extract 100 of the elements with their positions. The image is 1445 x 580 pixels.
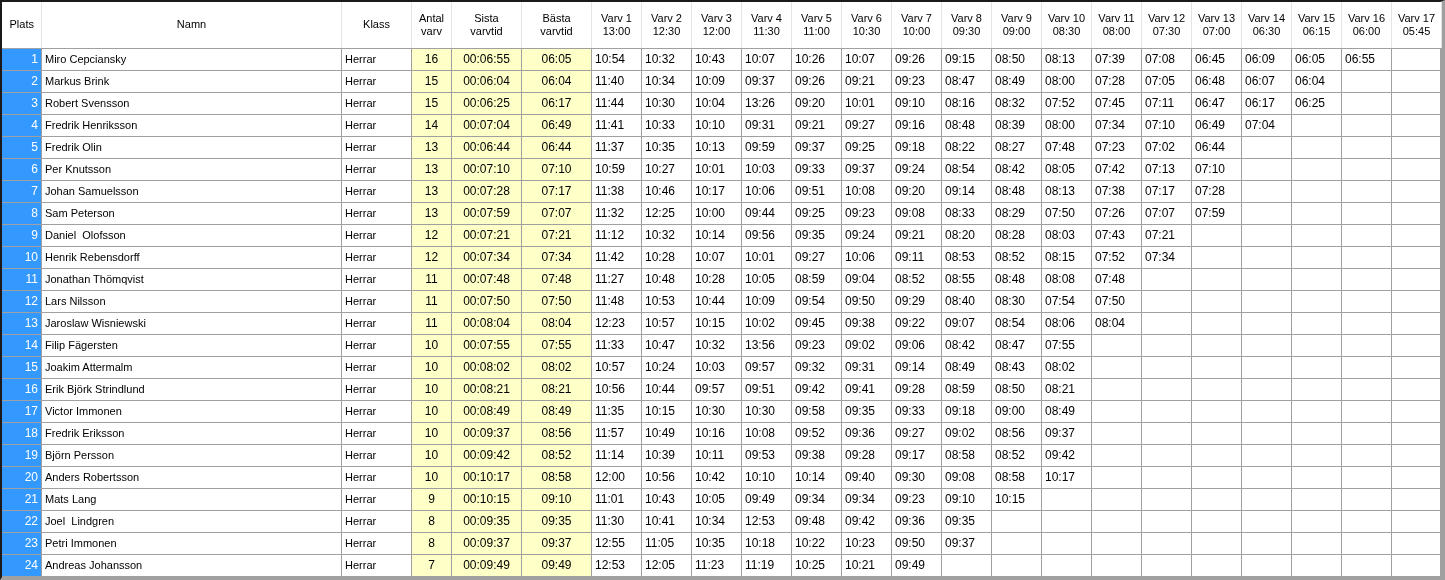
row-header[interactable]: 16 [2,378,42,400]
table-cell: 08:49 [1041,400,1092,422]
row-header[interactable]: 13 [2,312,42,334]
table-cell: 07:17 [1141,180,1192,202]
column-header[interactable]: Varv 3 12:00 [691,2,742,48]
column-header[interactable]: Sista varvtid [451,2,522,48]
table-cell: 09:24 [841,224,892,246]
column-header[interactable]: Varv 8 09:30 [941,2,992,48]
table-cell: Herrar [341,70,412,92]
table-cell: 06:09 [1241,48,1292,70]
table-cell: 09:57 [691,378,742,400]
table-cell: Herrar [341,444,412,466]
table-cell: 11:42 [591,246,642,268]
table-cell: 09:54 [791,290,842,312]
table-cell: 06:45 [1191,48,1242,70]
table-cell: 09:35 [791,224,842,246]
table-cell: Fredrik Olin [41,136,342,158]
row-header[interactable]: 2 [2,70,42,92]
row-header[interactable]: 14 [2,334,42,356]
column-header[interactable]: Varv 10 08:30 [1041,2,1092,48]
column-header[interactable]: Varv 11 08:00 [1091,2,1142,48]
row-header[interactable]: 10 [2,246,42,268]
column-header[interactable]: Varv 16 06:00 [1341,2,1392,48]
column-header[interactable]: Plats [2,2,42,48]
row-header[interactable]: 18 [2,422,42,444]
table-cell: 12:05 [641,554,692,576]
table-cell: 13:56 [741,334,792,356]
row-header[interactable]: 9 [2,224,42,246]
table-cell: 08:59 [941,378,992,400]
table-cell: 10:16 [691,422,742,444]
column-header[interactable]: Antal varv [411,2,452,48]
row-header[interactable]: 12 [2,290,42,312]
table-cell: 10:05 [691,488,742,510]
row-header[interactable]: 6 [2,158,42,180]
table-cell: 10:32 [641,48,692,70]
table-cell: Herrar [341,554,412,576]
row-header[interactable]: 24 [2,554,42,576]
table-cell: 09:37 [1041,422,1092,444]
column-header[interactable]: Varv 6 10:30 [841,2,892,48]
row-header[interactable]: 4 [2,114,42,136]
table-cell: 08:52 [991,246,1042,268]
table-cell: Herrar [341,510,412,532]
table-cell: 08:06 [1041,312,1092,334]
table-cell: 10:07 [691,246,742,268]
column-header[interactable]: Varv 15 06:15 [1291,2,1342,48]
column-header[interactable]: Varv 14 06:30 [1241,2,1292,48]
table-cell: 09:24 [891,158,942,180]
column-header[interactable]: Namn [41,2,342,48]
row-header[interactable]: 22 [2,510,42,532]
row-header[interactable]: 1 [2,48,42,70]
table-cell: 09:37 [791,136,842,158]
row-header[interactable]: 21 [2,488,42,510]
row-header[interactable]: 15 [2,356,42,378]
row-header[interactable]: 3 [2,92,42,114]
column-header[interactable]: Varv 2 12:30 [641,2,692,48]
row-header[interactable]: 20 [2,466,42,488]
table-cell: 09:08 [941,466,992,488]
table-cell: 09:00 [991,400,1042,422]
column-header[interactable]: Klass [341,2,412,48]
table-cell: 10:43 [691,48,742,70]
column-header[interactable]: Varv 9 09:00 [991,2,1042,48]
table-cell: 09:49 [891,554,942,576]
table-cell: 09:21 [791,114,842,136]
row-header[interactable]: 17 [2,400,42,422]
table-cell: Herrar [341,466,412,488]
column-header[interactable]: Varv 17 05:45 [1391,2,1442,48]
column-header[interactable]: Varv 7 10:00 [891,2,942,48]
table-cell: Sam Peterson [41,202,342,224]
row-header[interactable]: 8 [2,202,42,224]
table-cell: 08:47 [991,334,1042,356]
table-cell: 10:42 [691,466,742,488]
table-cell: 12:25 [641,202,692,224]
column-header[interactable]: Bästa varvtid [521,2,592,48]
table-cell: Herrar [341,180,412,202]
table-cell: Erik Björk Strindlund [41,378,342,400]
table-cell: 10:03 [691,356,742,378]
column-header[interactable]: Varv 12 07:30 [1141,2,1192,48]
table-cell: 09:21 [841,70,892,92]
row-header[interactable]: 23 [2,532,42,554]
table-cell: 09:20 [891,180,942,202]
table-cell: 06:04 [1291,70,1342,92]
row-header[interactable]: 7 [2,180,42,202]
row-header[interactable]: 5 [2,136,42,158]
column-header[interactable]: Varv 1 13:00 [591,2,642,48]
row-header[interactable]: 19 [2,444,42,466]
table-cell: Victor Immonen [41,400,342,422]
row-header[interactable]: 11 [2,268,42,290]
table-cell: 08:27 [991,136,1042,158]
table-cell: 09:22 [891,312,942,334]
table-cell: 07:10 [1141,114,1192,136]
table-cell: Herrar [341,312,412,334]
column-header[interactable]: Varv 5 11:00 [791,2,842,48]
table-cell: 08:56 [991,422,1042,444]
table-cell: 08:49 [941,356,992,378]
column-header[interactable]: Varv 13 07:00 [1191,2,1242,48]
table-cell: 10:00 [691,202,742,224]
column-header[interactable]: Varv 4 11:30 [741,2,792,48]
table-cell: 09:30 [891,466,942,488]
table-cell: 08:22 [941,136,992,158]
table-cell: 07:13 [1141,158,1192,180]
